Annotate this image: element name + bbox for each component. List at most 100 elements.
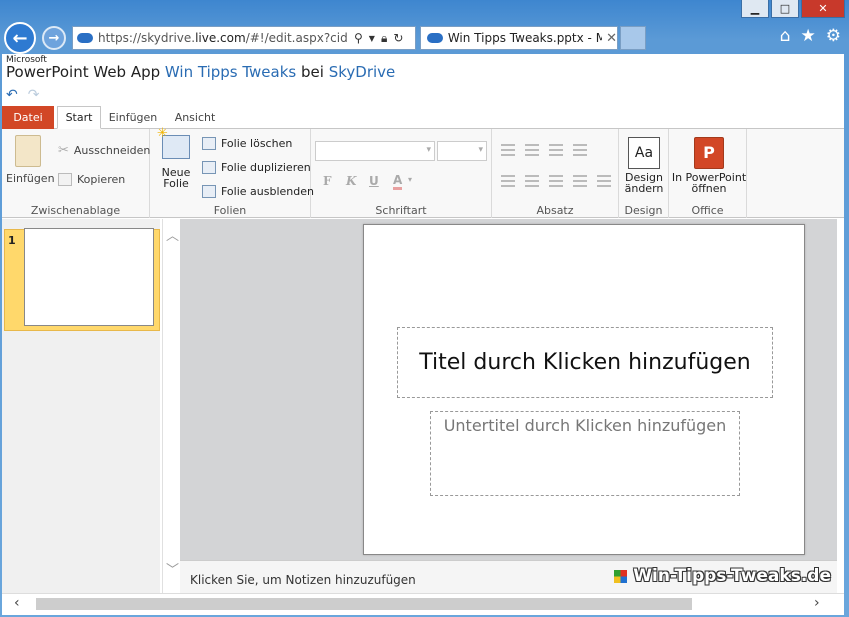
decrease-indent-icon[interactable] [549, 144, 563, 156]
title-connector: bei [301, 63, 324, 81]
change-design-button[interactable]: Aa Design ändern [621, 137, 667, 194]
increase-indent-icon[interactable] [573, 144, 587, 156]
font-color-dropdown-icon[interactable]: ▾ [408, 175, 412, 184]
tab-ansicht[interactable]: Ansicht [170, 106, 220, 129]
cut-label: Ausschneiden [73, 144, 151, 157]
watermark-text: Win-Tipps-Tweaks.de [633, 566, 831, 586]
app-title: PowerPoint Web App Win Tipps Tweaks bei … [6, 63, 395, 81]
group-slides: ✳ Neue Folie Folie löschen Folie duplizi… [150, 127, 314, 218]
url-prefix: https://skydrive. [98, 31, 196, 45]
favorites-star-icon[interactable]: ★ [801, 26, 816, 46]
font-color-button[interactable]: A [393, 173, 403, 190]
refresh-icon[interactable]: ↻ [393, 31, 403, 45]
tab-start[interactable]: Start [57, 106, 101, 129]
paragraph-group-label: Absatz [536, 204, 574, 217]
skydrive-cloud-icon [77, 33, 93, 43]
app-area: Microsoft PowerPoint Web App Win Tipps T… [2, 54, 844, 615]
slides-group-label: Folien [213, 204, 247, 217]
delete-slide-button[interactable]: Folie löschen [202, 137, 292, 150]
gear-icon[interactable]: ⚙ [826, 26, 841, 46]
horizontal-scrollbar[interactable]: ‹ › [2, 593, 844, 613]
slide-thumbnail[interactable] [24, 228, 154, 326]
hide-slide-button[interactable]: Folie ausblenden [202, 185, 314, 198]
cut-button[interactable]: ✂ Ausschneiden [58, 143, 150, 158]
ribbon: Einfügen ✂ Ausschneiden Kopieren Zwischen… [2, 127, 844, 218]
window-controls: ▁ □ ✕ [741, 0, 845, 20]
home-icon[interactable]: ⌂ [780, 26, 791, 46]
close-button[interactable]: ✕ [801, 0, 845, 18]
forward-button[interactable]: → [42, 26, 66, 50]
minimize-button[interactable]: ▁ [741, 0, 769, 18]
watermark: Win-Tipps-Tweaks.de [614, 566, 831, 586]
new-tab-button[interactable] [620, 26, 646, 50]
dropdown-icon[interactable]: ▼ [369, 34, 375, 43]
title-placeholder[interactable]: Titel durch Klicken hinzufügen [397, 327, 773, 398]
numbering-icon[interactable] [525, 144, 539, 156]
paste-label: Einfügen [6, 172, 55, 185]
delete-slide-label: Folie löschen [221, 137, 293, 150]
skydrive-link[interactable]: SkyDrive [329, 63, 396, 81]
search-icon[interactable]: ⚲ [354, 31, 363, 45]
font-group-label: Schriftart [375, 204, 427, 217]
font-name-select[interactable] [315, 141, 435, 161]
document-name-link[interactable]: Win Tipps Tweaks [165, 63, 296, 81]
scroll-left-icon[interactable]: ‹ [14, 595, 20, 611]
copy-icon [58, 173, 72, 186]
scroll-up-icon[interactable]: ︿ [166, 225, 179, 244]
duplicate-slide-icon [202, 161, 216, 174]
slide-number: 1 [8, 234, 16, 247]
copy-button[interactable]: Kopieren [58, 173, 125, 186]
paste-clipboard-icon [15, 135, 41, 167]
bullets-icon[interactable] [501, 144, 515, 156]
app-header: Microsoft PowerPoint Web App Win Tipps T… [2, 54, 844, 86]
paste-button[interactable]: Einfügen [6, 135, 55, 184]
new-slide-icon: ✳ [157, 127, 190, 159]
url-domain: live.com [195, 31, 246, 45]
notes-pane[interactable]: Klicken Sie, um Notizen hinzuzufügen Win… [180, 560, 837, 593]
scrollbar-thumb[interactable] [36, 598, 692, 610]
ribbon-tabs: Datei Start Einfügen Ansicht [2, 106, 844, 129]
bold-button[interactable]: F [323, 174, 332, 188]
design-group-label: Design [624, 204, 663, 217]
scroll-down-icon[interactable]: ﹀ [166, 559, 179, 578]
hide-slide-icon [202, 185, 216, 198]
redo-icon[interactable]: ↷ [28, 87, 40, 103]
duplicate-slide-button[interactable]: Folie duplizieren [202, 161, 311, 174]
back-button[interactable]: ← [4, 22, 36, 54]
url-text[interactable]: https://skydrive.live.com/#!/edit.aspx?c… [98, 31, 348, 45]
url-rest: /#!/edit.aspx?cid=5D7! [245, 31, 348, 45]
font-size-select[interactable] [437, 141, 487, 161]
rtl-icon[interactable] [597, 175, 611, 187]
maximize-button[interactable]: □ [771, 0, 799, 18]
notes-placeholder[interactable]: Klicken Sie, um Notizen hinzuzufügen [190, 573, 416, 587]
browser-tab[interactable]: Win Tipps Tweaks.pptx - Mi... ✕ [420, 26, 618, 50]
align-right-icon[interactable] [549, 175, 563, 187]
tab-einfuegen[interactable]: Einfügen [106, 106, 160, 129]
scroll-right-icon[interactable]: › [814, 595, 820, 611]
delete-slide-icon [202, 137, 216, 150]
underline-button[interactable]: U [369, 174, 379, 188]
office-label-2: öffnen [691, 182, 727, 195]
scissors-icon: ✂ [58, 143, 69, 158]
group-design: Aa Design ändern Design [619, 129, 669, 218]
design-label-2: ändern [624, 182, 664, 195]
subtitle-placeholder[interactable]: Untertitel durch Klicken hinzufügen [430, 411, 740, 496]
align-left-icon[interactable] [501, 175, 515, 187]
office-group-label: Office [691, 204, 724, 217]
navigation-bar: ← → https://skydrive.live.com/#!/edit.as… [0, 20, 849, 54]
close-tab-icon[interactable]: ✕ [606, 31, 617, 46]
address-bar[interactable]: https://skydrive.live.com/#!/edit.aspx?c… [72, 26, 416, 50]
new-slide-button[interactable]: ✳ Neue Folie [156, 127, 196, 189]
open-in-powerpoint-button[interactable]: P In PowerPoint öffnen [671, 137, 747, 194]
hide-slide-label: Folie ausblenden [221, 185, 314, 198]
undo-icon[interactable]: ↶ [6, 87, 18, 103]
group-clipboard: Einfügen ✂ Ausschneiden Kopieren Zwischen… [2, 129, 150, 218]
align-center-icon[interactable] [525, 175, 539, 187]
app-name: PowerPoint Web App [6, 63, 161, 81]
thumbnail-scrollbar[interactable]: ︿ ﹀ [162, 219, 180, 593]
back-arrow-icon: ← [12, 27, 28, 49]
lock-icon[interactable]: 🔒︎ [381, 31, 387, 46]
tab-datei[interactable]: Datei [2, 106, 54, 129]
ltr-icon[interactable] [573, 175, 587, 187]
italic-button[interactable]: K [346, 174, 356, 188]
